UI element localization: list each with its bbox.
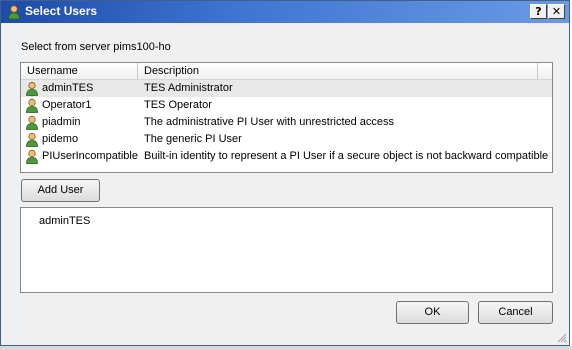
cancel-button[interactable]: Cancel [478,301,553,324]
user-icon [8,5,20,20]
table-row[interactable]: piadmin The administrative PI User with u… [21,114,552,131]
description-text: TES Operator [144,99,212,111]
title-bar[interactable]: Select Users ? ✕ [1,1,569,23]
select-users-dialog: Select Users ? ✕ Select from server pims… [0,0,570,346]
selected-user-item[interactable]: adminTES [39,215,90,227]
table-row[interactable]: adminTES TES Administrator [21,80,552,97]
column-header-filler [538,63,552,79]
help-button[interactable]: ? [530,4,547,19]
server-label: Select from server pims100-ho [21,41,171,53]
table-row[interactable]: PIUserIncompatible Built-in identity to r… [21,148,552,165]
description-text: The administrative PI User with unrestri… [144,116,395,128]
user-icon [26,98,38,113]
description-text: The generic PI User [144,133,242,145]
user-icon [26,149,38,164]
list-header: Username Description [21,63,552,80]
user-icon [26,81,38,96]
selected-users-box[interactable]: adminTES [20,207,553,293]
close-button[interactable]: ✕ [548,4,565,19]
users-list[interactable]: Username Description adminTES TES Adminis… [20,62,553,173]
resize-grip-icon[interactable] [555,331,567,343]
add-user-button[interactable]: Add User [21,179,100,202]
username-text: PIUserIncompatible [42,150,138,162]
user-icon [26,132,38,147]
username-text: Operator1 [42,99,92,111]
username-text: piadmin [42,116,81,128]
ok-button[interactable]: OK [396,301,469,324]
table-row[interactable]: pidemo The generic PI User [21,131,552,148]
username-text: pidemo [42,133,79,145]
description-text: TES Administrator [144,82,233,94]
username-text: adminTES [42,82,94,94]
column-header-username[interactable]: Username [21,63,138,79]
background-strip [0,346,572,350]
column-header-description[interactable]: Description [138,63,538,79]
description-text: Built-in identity to represent a PI User… [144,150,549,162]
user-icon [26,115,38,130]
table-row[interactable]: Operator1 TES Operator [21,97,552,114]
window-title: Select Users [25,4,98,18]
